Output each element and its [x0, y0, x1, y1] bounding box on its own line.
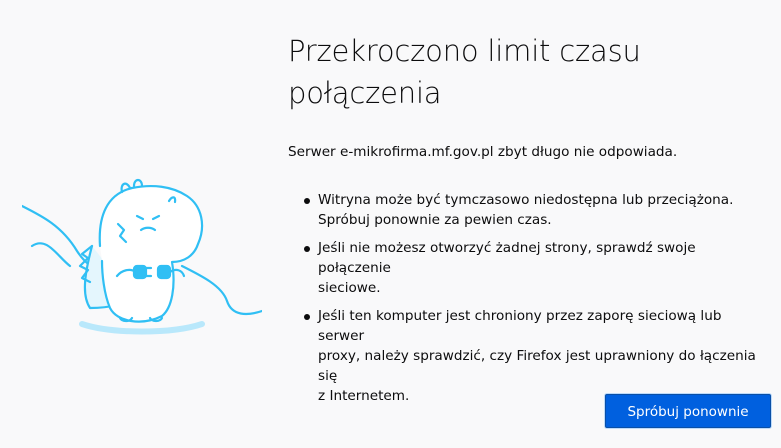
- troubleshooting-list: Witryna może być tymczasowo niedostępna …: [288, 190, 766, 414]
- list-item-line: Jeśli nie możesz otworzyć żadnej strony,…: [318, 240, 696, 276]
- bullet-icon: [304, 246, 310, 252]
- list-item-line: sieciowe.: [318, 280, 381, 296]
- list-item-line: Jeśli ten komputer jest chroniony przez …: [318, 308, 722, 344]
- list-item-line: Spróbuj ponownie za pewien czas.: [318, 212, 552, 228]
- page-title-line-1: Przekroczono limit czasu: [288, 34, 641, 68]
- page-title-line-2: połączenia: [288, 76, 442, 110]
- list-item: Witryna może być tymczasowo niedostępna …: [288, 190, 766, 230]
- disconnected-plug-creature-icon: [20, 178, 264, 335]
- list-item-line: z Internetem.: [318, 388, 410, 404]
- list-item: Jeśli ten komputer jest chroniony przez …: [288, 306, 766, 406]
- retry-button[interactable]: Spróbuj ponownie: [605, 394, 771, 428]
- connection-failure-illustration: [20, 126, 264, 346]
- bullet-icon: [304, 314, 310, 320]
- list-item-line: Witryna może być tymczasowo niedostępna …: [318, 192, 734, 208]
- error-description: Serwer e-mikrofirma.mf.gov.pl zbyt długo…: [288, 144, 678, 160]
- page-title: Przekroczono limit czasu połączenia: [288, 30, 768, 114]
- bullet-icon: [304, 198, 310, 204]
- list-item-line: proxy, należy sprawdzić, czy Firefox jes…: [318, 348, 756, 384]
- list-item: Jeśli nie możesz otworzyć żadnej strony,…: [288, 238, 766, 298]
- error-header: Przekroczono limit czasu połączenia: [288, 30, 768, 114]
